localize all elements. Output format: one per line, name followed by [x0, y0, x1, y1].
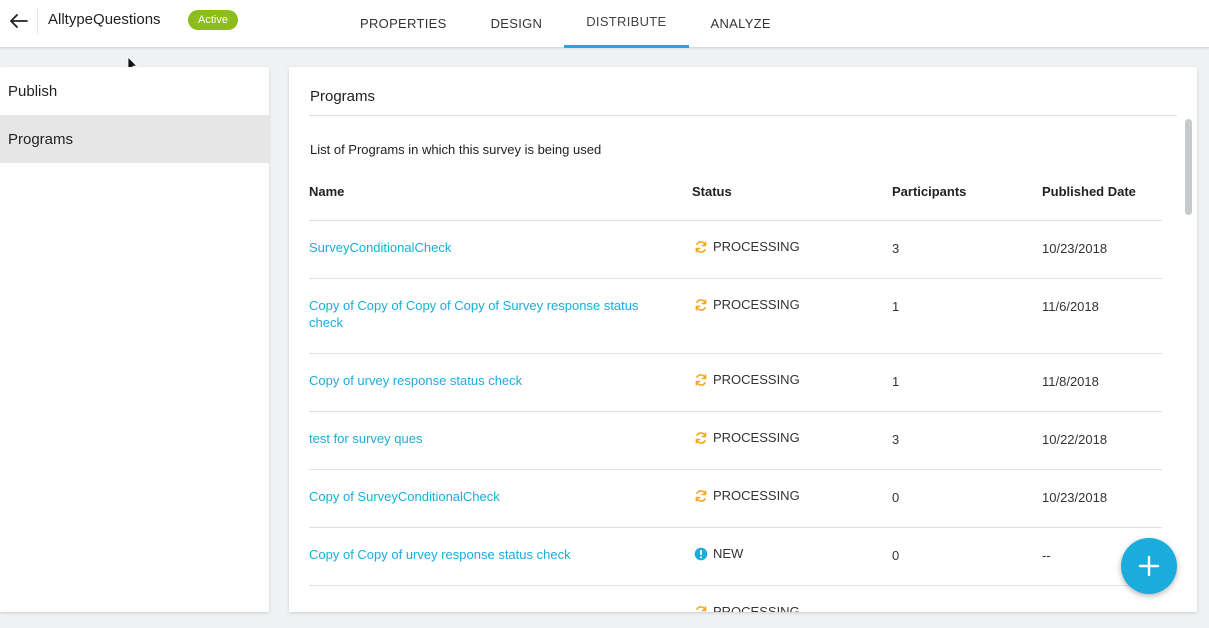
- program-status: PROCESSING: [694, 430, 800, 445]
- participants-count: 0: [892, 490, 900, 505]
- participants-count: 3: [892, 432, 900, 447]
- published-date: 11/8/2018: [1042, 374, 1099, 389]
- status-label: PROCESSING: [713, 297, 800, 312]
- status-label: PROCESSING: [713, 372, 800, 387]
- sync-icon: [694, 605, 708, 613]
- column-header-status[interactable]: Status: [692, 184, 732, 199]
- top-header: AlltypeQuestions Active PROPERTIES DESIG…: [0, 0, 1209, 48]
- table-row[interactable]: test for survey ques PROCESSING 3 10/22/201…: [309, 412, 1162, 470]
- tab-design[interactable]: DESIGN: [469, 0, 565, 47]
- published-date: --: [1042, 548, 1051, 563]
- program-name-link[interactable]: Copy of urvey response status check: [309, 372, 669, 389]
- panel-description: List of Programs in which this survey is…: [310, 142, 602, 157]
- table-row[interactable]: Copy of urvey response status check PROCE…: [309, 354, 1162, 412]
- back-button[interactable]: [0, 8, 38, 34]
- tab-analyze[interactable]: ANALYZE: [689, 0, 793, 47]
- participants-count: 1: [892, 374, 900, 389]
- tab-bar: PROPERTIES DESIGN DISTRIBUTE ANALYZE: [338, 0, 793, 48]
- program-status: NEW: [694, 546, 743, 561]
- add-program-button[interactable]: [1121, 538, 1177, 594]
- published-date: 10/23/2018: [1042, 241, 1108, 256]
- program-status: PROCESSING: [694, 604, 800, 612]
- participants-count: 0: [892, 548, 900, 563]
- status-label: PROCESSING: [713, 604, 800, 612]
- sidebar: Publish Programs: [0, 67, 269, 612]
- status-badge: Active: [188, 10, 238, 30]
- table-row[interactable]: SurveyConditionalCheck PROCESSING 3 10/23/2…: [309, 221, 1162, 279]
- sync-icon: [694, 431, 708, 445]
- tab-properties[interactable]: PROPERTIES: [338, 0, 469, 47]
- program-status: PROCESSING: [694, 488, 800, 503]
- survey-title: AlltypeQuestions: [48, 11, 161, 28]
- status-label: PROCESSING: [713, 239, 800, 254]
- scrollbar-thumb[interactable]: [1185, 119, 1192, 215]
- programs-table-body: SurveyConditionalCheck PROCESSING 3 10/23/2…: [309, 221, 1162, 612]
- published-date: 10/22/2018: [1042, 432, 1108, 447]
- program-status: PROCESSING: [694, 297, 800, 312]
- programs-panel: Programs List of Programs in which this …: [289, 67, 1197, 612]
- participants-count: 3: [892, 241, 900, 256]
- program-status: PROCESSING: [694, 372, 800, 387]
- divider: [309, 115, 1177, 116]
- table-row[interactable]: Copy of Copy of Copy of Copy of Survey r…: [309, 279, 1162, 354]
- status-label: PROCESSING: [713, 488, 800, 503]
- column-header-published-date[interactable]: Published Date: [1042, 184, 1136, 199]
- program-name-link[interactable]: test for survey ques: [309, 430, 669, 447]
- plus-icon: [1138, 555, 1160, 577]
- sync-icon: [694, 373, 708, 387]
- column-header-name[interactable]: Name: [309, 184, 344, 199]
- column-header-participants[interactable]: Participants: [892, 184, 966, 199]
- table-row[interactable]: PROCESSING: [309, 586, 1162, 612]
- arrow-left-icon: [9, 14, 28, 28]
- sync-icon: [694, 240, 708, 254]
- published-date: 11/6/2018: [1042, 299, 1099, 314]
- program-name-link[interactable]: Copy of SurveyConditionalCheck: [309, 488, 669, 505]
- published-date: 10/23/2018: [1042, 490, 1108, 505]
- program-name-link[interactable]: Copy of Copy of urvey response status ch…: [309, 546, 669, 563]
- table-header: Name Status Participants Published Date: [309, 173, 1162, 221]
- program-name-link[interactable]: SurveyConditionalCheck: [309, 239, 669, 256]
- info-icon: [694, 547, 708, 561]
- sync-icon: [694, 298, 708, 312]
- status-label: NEW: [713, 546, 744, 561]
- participants-count: 1: [892, 299, 900, 314]
- table-row[interactable]: Copy of Copy of urvey response status ch…: [309, 528, 1162, 586]
- program-status: PROCESSING: [694, 239, 800, 254]
- program-name-link[interactable]: Copy of Copy of Copy of Copy of Survey r…: [309, 297, 669, 331]
- status-label: PROCESSING: [713, 430, 800, 445]
- sidebar-item-publish[interactable]: Publish: [0, 67, 269, 115]
- panel-title: Programs: [310, 88, 376, 105]
- sync-icon: [694, 489, 708, 503]
- tab-distribute[interactable]: DISTRIBUTE: [564, 0, 689, 48]
- sidebar-item-programs[interactable]: Programs: [0, 115, 269, 163]
- table-row[interactable]: Copy of SurveyConditionalCheck PROCESSING…: [309, 470, 1162, 528]
